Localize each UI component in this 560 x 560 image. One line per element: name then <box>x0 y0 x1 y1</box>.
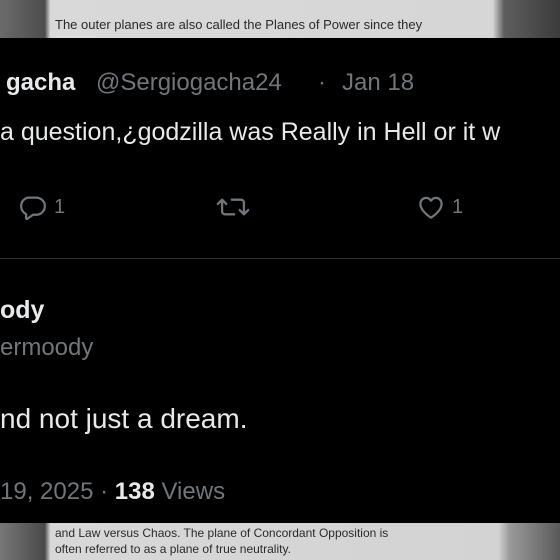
reply-text: nd not just a dream. <box>0 403 248 434</box>
like-count: 1 <box>452 195 464 218</box>
reply-date[interactable]: 19, 2025 <box>0 478 93 505</box>
meta-separator: · <box>318 69 326 96</box>
background-text-bottom-2: often referred to as a plane of true neu… <box>55 542 291 556</box>
retweet-icon <box>216 192 250 222</box>
reply-count: 1 <box>54 195 66 218</box>
reply-author-handle[interactable]: ermoody <box>0 334 93 362</box>
reply-button[interactable]: 1 <box>18 192 65 222</box>
views-label: Views <box>161 478 226 505</box>
tweet-card <box>0 38 560 523</box>
background-document-bottom: and Law versus Chaos. The plane of Conco… <box>0 523 560 560</box>
retweet-button[interactable] <box>216 192 250 222</box>
tweet-author-name[interactable]: gacha <box>6 69 75 97</box>
tweet-author-handle[interactable]: @Sergiogacha24 <box>96 69 282 97</box>
reply-icon <box>18 192 48 222</box>
like-icon <box>416 192 446 222</box>
tweet-date[interactable]: Jan 18 <box>342 69 414 97</box>
tweet-text: a question,¿godzilla was Really in Hell … <box>0 118 501 146</box>
background-text-bottom-1: and Law versus Chaos. The plane of Conco… <box>55 526 389 540</box>
views-count: 138 <box>114 478 155 505</box>
reply-author-name[interactable]: ody <box>0 296 44 325</box>
like-button[interactable]: 1 <box>416 192 463 222</box>
reply-meta: 19, 2025 · 138 Views <box>0 478 225 506</box>
divider <box>0 258 560 259</box>
meta-separator: · <box>100 478 109 505</box>
